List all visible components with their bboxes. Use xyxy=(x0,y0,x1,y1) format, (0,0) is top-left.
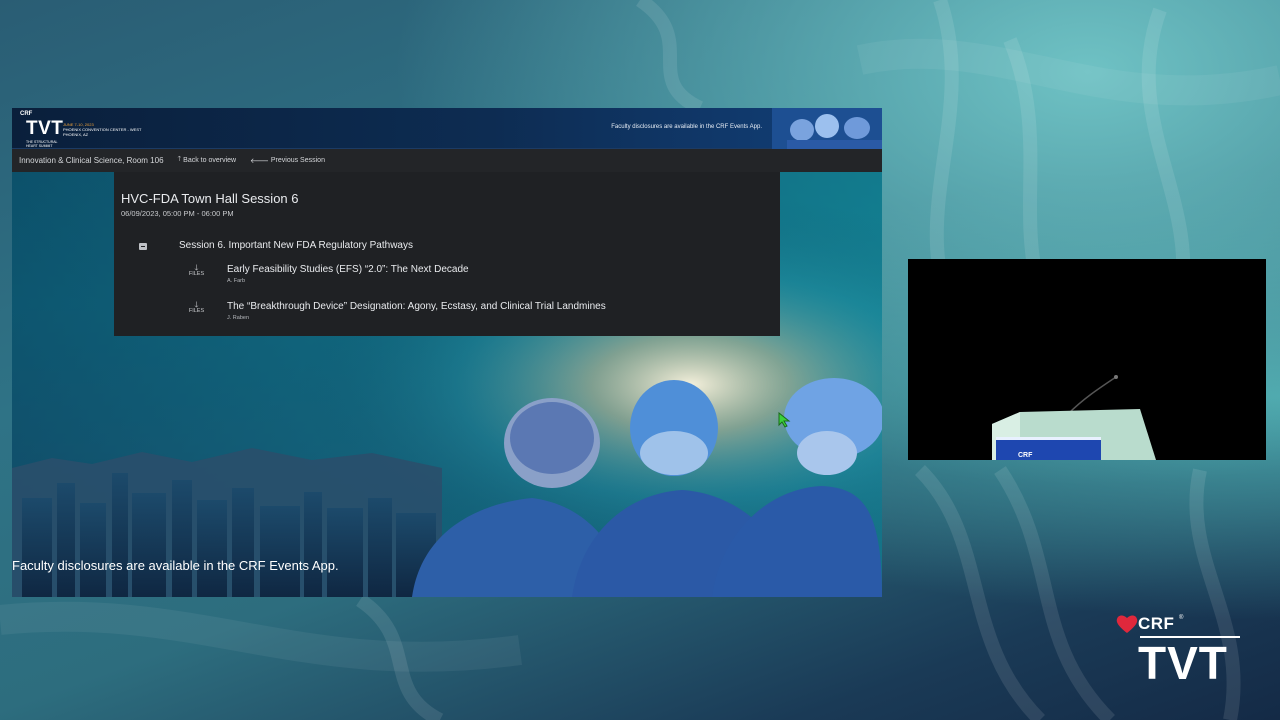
collapse-toggle-icon[interactable] xyxy=(139,243,147,250)
previous-session-label: Previous Session xyxy=(270,157,325,164)
back-to-overview-link[interactable]: 🡑 Back to overview xyxy=(178,155,237,166)
talk-author: A. Farb xyxy=(227,278,246,284)
event-banner: CRF TVT THE STRUCTURAL HEART SUMMIT JUNE… xyxy=(12,108,882,149)
session-group-label: Session 6. Important New FDA Regulatory … xyxy=(179,240,413,251)
talk-item: 🡓 FILES The “Breakthrough Device” Design… xyxy=(184,301,704,327)
download-arrow-icon: 🡓 xyxy=(194,263,199,272)
tvt-banner-logo: CRF TVT THE STRUCTURAL HEART SUMMIT JUNE… xyxy=(20,111,153,148)
files-download-button[interactable]: 🡓 FILES xyxy=(184,301,209,315)
slide-disclosure-text: Faculty disclosures are available in the… xyxy=(12,558,339,573)
registered-mark: ® xyxy=(1179,615,1184,621)
talk-title[interactable]: The “Breakthrough Device” Designation: A… xyxy=(227,301,606,312)
arrow-left-icon: 🡐 xyxy=(250,158,269,165)
talk-item: 🡓 FILES Early Feasibility Studies (EFS) … xyxy=(184,264,704,290)
download-arrow-icon: 🡓 xyxy=(194,300,199,309)
files-download-button[interactable]: 🡓 FILES xyxy=(184,264,209,278)
shared-screen-slide: CRF TVT THE STRUCTURAL HEART SUMMIT JUNE… xyxy=(12,108,882,597)
crf-small-label: CRF xyxy=(20,111,33,117)
podium-crf-label: CRF xyxy=(1018,452,1033,459)
crf-heart-icon xyxy=(1116,615,1138,633)
back-to-overview-label: Back to overview xyxy=(183,157,237,164)
session-title: HVC-FDA Town Hall Session 6 xyxy=(121,191,299,206)
mouse-cursor-icon xyxy=(778,412,791,428)
session-details-panel: HVC-FDA Town Hall Session 6 06/09/2023, … xyxy=(114,172,780,336)
speaker-video-panel: CRF xyxy=(908,259,1266,460)
room-label: Innovation & Clinical Science, Room 106 xyxy=(19,156,164,165)
arrow-up-icon: 🡑 xyxy=(177,156,182,163)
event-city: PHOENIX, AZ xyxy=(63,132,89,137)
podium-scene xyxy=(908,259,1266,460)
tvt-logo-text: TVT xyxy=(1138,637,1228,689)
session-navbar: Innovation & Clinical Science, Room 106 … xyxy=(12,149,882,172)
crf-logo-text: CRF xyxy=(1138,614,1175,633)
session-group-row[interactable]: Session 6. Important New FDA Regulatory … xyxy=(139,240,739,254)
crf-tvt-corner-logo: CRF ® TVT xyxy=(1116,612,1246,692)
session-time: 06/09/2023, 05:00 PM - 06:00 PM xyxy=(121,209,234,218)
previous-session-link[interactable]: 🡐 Previous Session xyxy=(250,156,325,165)
banner-disclosure-text: Faculty disclosures are available in the… xyxy=(611,124,762,130)
talk-author: J. Raben xyxy=(227,315,250,321)
tvt-brand-label: TVT xyxy=(26,118,64,139)
summit-label: THE STRUCTURAL HEART SUMMIT xyxy=(26,140,58,148)
files-label: FILES xyxy=(188,271,205,277)
talk-title[interactable]: Early Feasibility Studies (EFS) “2.0”: T… xyxy=(227,264,469,275)
banner-surgeons-photo xyxy=(772,108,882,149)
event-venue-block: JUNE 7-10, 2023 PHOENIX CONVENTION CENTE… xyxy=(63,122,153,137)
files-label: FILES xyxy=(188,308,205,314)
